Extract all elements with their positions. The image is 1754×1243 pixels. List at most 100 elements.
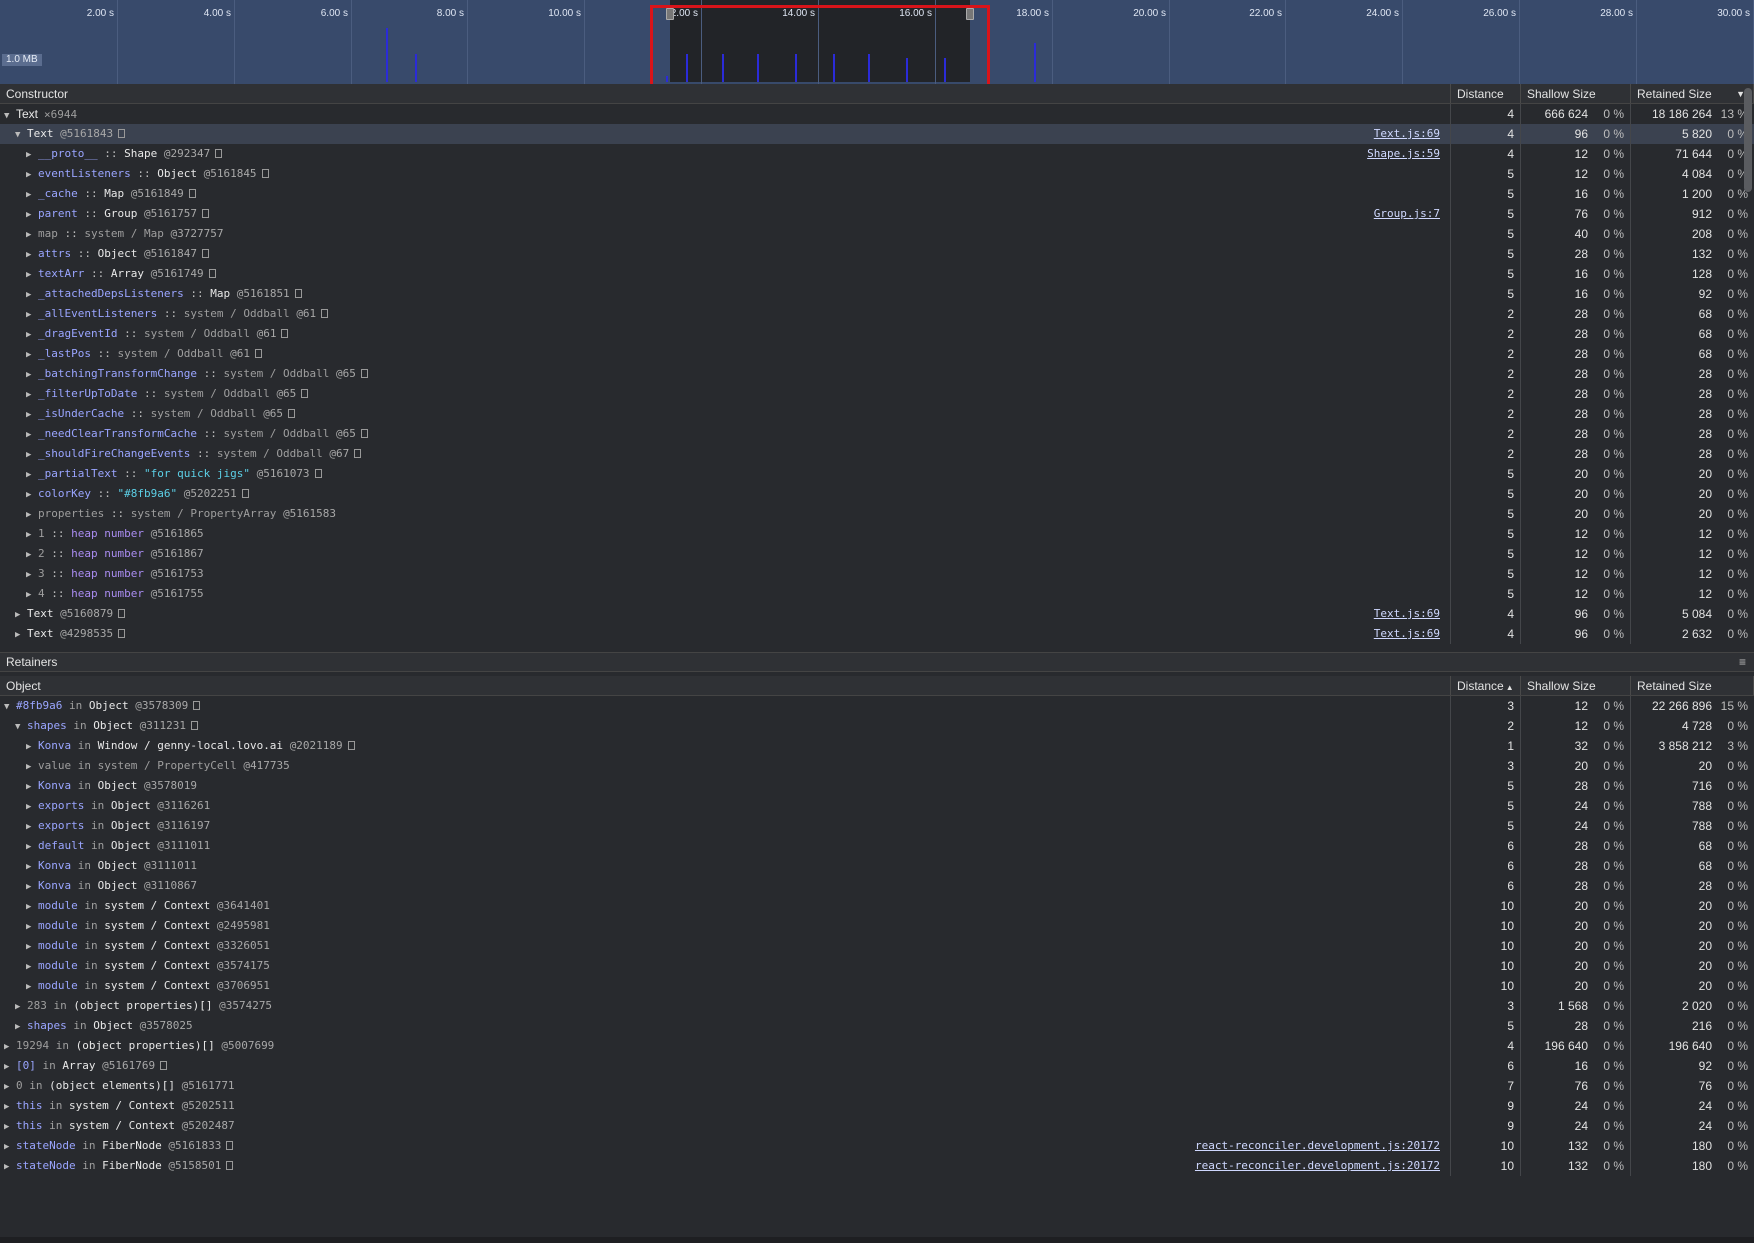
expanded-triangle-icon[interactable]: ▼: [4, 697, 16, 716]
collapsed-triangle-icon[interactable]: ▶: [26, 405, 38, 424]
table-row[interactable]: ▶ module in system / Context @3706951 10 20…: [0, 976, 1754, 996]
collapsed-triangle-icon[interactable]: ▶: [15, 605, 27, 624]
table-row[interactable]: ▶ value in system / PropertyCell @417735 3…: [0, 756, 1754, 776]
store-as-global-icon[interactable]: [241, 489, 249, 498]
header-shallow-size[interactable]: Shallow Size: [1521, 84, 1631, 103]
collapsed-triangle-icon[interactable]: ▶: [26, 897, 38, 916]
table-row[interactable]: ▶ module in system / Context @2495981 10 20…: [0, 916, 1754, 936]
store-as-global-icon[interactable]: [215, 149, 223, 158]
table-row[interactable]: ▶ 283 in (object properties)[] @3574275 3 1…: [0, 996, 1754, 1016]
collapsed-triangle-icon[interactable]: ▶: [26, 545, 38, 564]
table-row[interactable]: ▶ _partialText :: "for quick jigs" @51610…: [0, 464, 1754, 484]
table-row[interactable]: ▼ Text ×6944 4 666 624 0 % 18 186 264 13 %: [0, 104, 1754, 124]
header-constructor[interactable]: Constructor: [0, 84, 1451, 103]
table-row[interactable]: ▶ parent :: Group @5161757 Group.js:7 5 76 0 …: [0, 204, 1754, 224]
collapsed-triangle-icon[interactable]: ▶: [26, 445, 38, 464]
store-as-global-icon[interactable]: [201, 249, 209, 258]
collapsed-triangle-icon[interactable]: ▶: [26, 757, 38, 776]
collapsed-triangle-icon[interactable]: ▶: [4, 1077, 16, 1096]
table-row[interactable]: ▶ stateNode in FiberNode @5158501 react-re…: [0, 1156, 1754, 1176]
table-row[interactable]: ▶ this in system / Context @5202511 9 24 0 %…: [0, 1096, 1754, 1116]
collapsed-triangle-icon[interactable]: ▶: [4, 1037, 16, 1056]
header-retained-size[interactable]: Retained Size ▼: [1631, 84, 1754, 103]
collapsed-triangle-icon[interactable]: ▶: [26, 485, 38, 504]
table-row[interactable]: ▶ eventListeners :: Object @5161845 5 12 0 %…: [0, 164, 1754, 184]
menu-icon[interactable]: ≡: [1739, 653, 1746, 671]
store-as-global-icon[interactable]: [281, 329, 289, 338]
source-link[interactable]: Group.js:7: [1374, 204, 1440, 224]
table-row[interactable]: ▶ _dragEventId :: system / Oddball @61 2 28…: [0, 324, 1754, 344]
store-as-global-icon[interactable]: [288, 409, 296, 418]
table-row[interactable]: ▶ properties :: system / PropertyArray @5…: [0, 504, 1754, 524]
collapsed-triangle-icon[interactable]: ▶: [26, 565, 38, 584]
collapsed-triangle-icon[interactable]: ▶: [4, 1137, 16, 1156]
collapsed-triangle-icon[interactable]: ▶: [4, 1157, 16, 1176]
table-row[interactable]: ▶ map :: system / Map @3727757 5 40 0 % 208 0 …: [0, 224, 1754, 244]
table-row[interactable]: ▶ _shouldFireChangeEvents :: system / Odd…: [0, 444, 1754, 464]
source-link[interactable]: Text.js:69: [1374, 124, 1440, 144]
collapsed-triangle-icon[interactable]: ▶: [4, 1097, 16, 1116]
collapsed-triangle-icon[interactable]: ▶: [26, 185, 38, 204]
table-row[interactable]: ▶ 4 :: heap number @5161755 5 12 0 % 12 0 %: [0, 584, 1754, 604]
collapsed-triangle-icon[interactable]: ▶: [15, 997, 27, 1016]
source-link[interactable]: Shape.js:59: [1367, 144, 1440, 164]
table-row[interactable]: ▼ #8fb9a6 in Object @3578309 3 12 0 % 22 266 …: [0, 696, 1754, 716]
collapsed-triangle-icon[interactable]: ▶: [26, 165, 38, 184]
header-distance-retainers[interactable]: Distance ▲: [1451, 676, 1521, 695]
collapsed-triangle-icon[interactable]: ▶: [26, 837, 38, 856]
collapsed-triangle-icon[interactable]: ▶: [26, 325, 38, 344]
store-as-global-icon[interactable]: [354, 449, 362, 458]
store-as-global-icon[interactable]: [190, 721, 198, 730]
table-row[interactable]: ▶ Konva in Window / genny-local.lovo.ai @…: [0, 736, 1754, 756]
collapsed-triangle-icon[interactable]: ▶: [26, 285, 38, 304]
collapsed-triangle-icon[interactable]: ▶: [15, 1017, 27, 1036]
store-as-global-icon[interactable]: [118, 609, 126, 618]
expanded-triangle-icon[interactable]: ▼: [4, 106, 16, 124]
store-as-global-icon[interactable]: [226, 1141, 234, 1150]
store-as-global-icon[interactable]: [226, 1161, 234, 1170]
collapsed-triangle-icon[interactable]: ▶: [26, 817, 38, 836]
collapsed-triangle-icon[interactable]: ▶: [26, 877, 38, 896]
table-row[interactable]: ▶ module in system / Context @3326051 10 20…: [0, 936, 1754, 956]
store-as-global-icon[interactable]: [321, 309, 329, 318]
table-row[interactable]: ▶ Konva in Object @3111011 6 28 0 % 68 0 %: [0, 856, 1754, 876]
collapsed-triangle-icon[interactable]: ▶: [26, 465, 38, 484]
collapsed-triangle-icon[interactable]: ▶: [26, 797, 38, 816]
collapsed-triangle-icon[interactable]: ▶: [26, 917, 38, 936]
store-as-global-icon[interactable]: [118, 629, 126, 638]
table-row[interactable]: ▶ attrs :: Object @5161847 5 28 0 % 132 0 %: [0, 244, 1754, 264]
store-as-global-icon[interactable]: [193, 701, 201, 710]
table-row[interactable]: ▶ module in system / Context @3641401 10 20…: [0, 896, 1754, 916]
table-row[interactable]: ▶ 2 :: heap number @5161867 5 12 0 % 12 0 %: [0, 544, 1754, 564]
table-row[interactable]: ▶ shapes in Object @3578025 5 28 0 % 216 0 %: [0, 1016, 1754, 1036]
collapsed-triangle-icon[interactable]: ▶: [26, 145, 38, 164]
table-row[interactable]: ▶ 3 :: heap number @5161753 5 12 0 % 12 0 %: [0, 564, 1754, 584]
source-link[interactable]: react-reconciler.development.js:20172: [1195, 1136, 1440, 1156]
collapsed-triangle-icon[interactable]: ▶: [26, 777, 38, 796]
store-as-global-icon[interactable]: [254, 349, 262, 358]
table-row[interactable]: ▶ this in system / Context @5202487 9 24 0 %…: [0, 1116, 1754, 1136]
table-row[interactable]: ▶ colorKey :: "#8fb9a6" @5202251 5 20 0 % 20 0…: [0, 484, 1754, 504]
collapsed-triangle-icon[interactable]: ▶: [26, 365, 38, 384]
collapsed-triangle-icon[interactable]: ▶: [26, 205, 38, 224]
collapsed-triangle-icon[interactable]: ▶: [15, 625, 27, 644]
store-as-global-icon[interactable]: [261, 169, 269, 178]
collapsed-triangle-icon[interactable]: ▶: [26, 957, 38, 976]
store-as-global-icon[interactable]: [314, 469, 322, 478]
store-as-global-icon[interactable]: [294, 289, 302, 298]
store-as-global-icon[interactable]: [188, 189, 196, 198]
collapsed-triangle-icon[interactable]: ▶: [26, 425, 38, 444]
collapsed-triangle-icon[interactable]: ▶: [26, 857, 38, 876]
collapsed-triangle-icon[interactable]: ▶: [26, 505, 38, 524]
table-row[interactable]: ▶ module in system / Context @3574175 10 20…: [0, 956, 1754, 976]
table-row[interactable]: ▶ _cache :: Map @5161849 5 16 0 % 1 200 0 %: [0, 184, 1754, 204]
table-row[interactable]: ▼ shapes in Object @311231 2 12 0 % 4 728 0 %: [0, 716, 1754, 736]
collapsed-triangle-icon[interactable]: ▶: [26, 265, 38, 284]
expanded-triangle-icon[interactable]: ▼: [15, 125, 27, 144]
collapsed-triangle-icon[interactable]: ▶: [26, 937, 38, 956]
collapsed-triangle-icon[interactable]: ▶: [26, 737, 38, 756]
source-link[interactable]: Text.js:69: [1374, 604, 1440, 624]
table-row[interactable]: ▶ _batchingTransformChange :: system / Od…: [0, 364, 1754, 384]
collapsed-triangle-icon[interactable]: ▶: [4, 1117, 16, 1136]
store-as-global-icon[interactable]: [301, 389, 309, 398]
